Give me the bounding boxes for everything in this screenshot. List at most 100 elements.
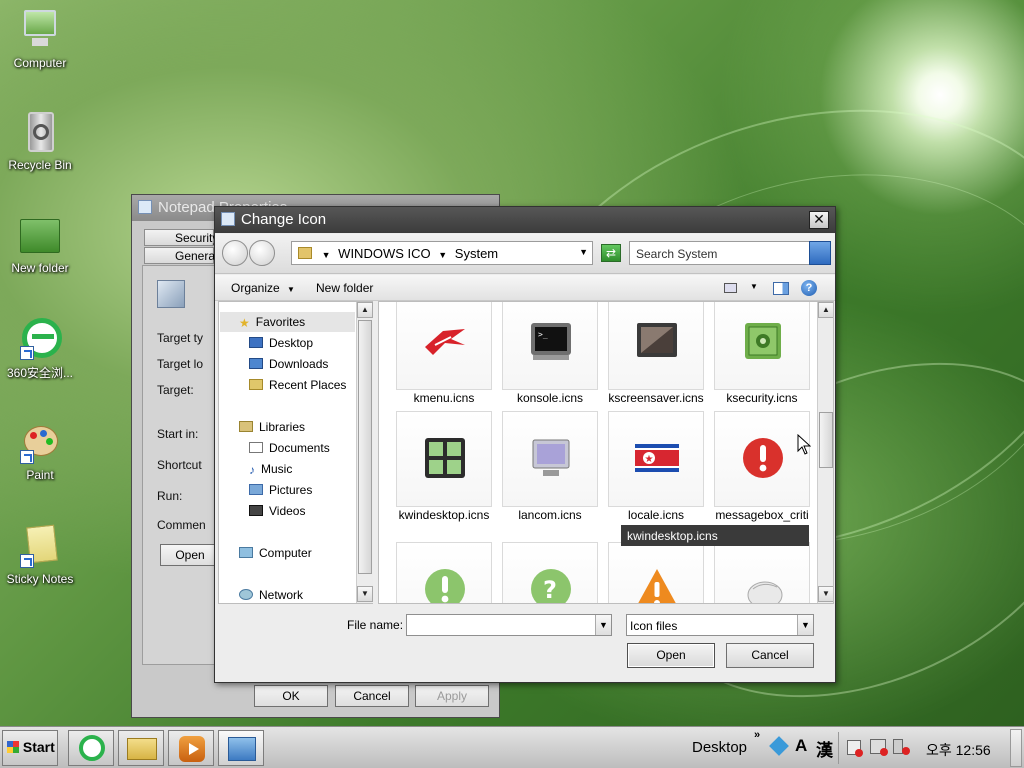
file-list: >_ kmenu.icns konsole.icns kscreensaver.… [378, 301, 834, 604]
open-file-location-button[interactable]: Open [160, 544, 220, 566]
taskbar-explorer[interactable] [118, 730, 164, 766]
help-icon[interactable]: ? [801, 280, 817, 296]
nav-item-music[interactable]: ♪ Music [249, 462, 292, 477]
refresh-icon[interactable]: ⇄ [601, 244, 621, 262]
desktop-icon-new-folder[interactable]: New folder [0, 213, 80, 275]
nav-item-downloads[interactable]: Downloads [249, 357, 328, 371]
file-tile[interactable] [396, 302, 492, 390]
desktop-icon-recycle-bin[interactable]: Recycle Bin [0, 110, 80, 172]
file-tile[interactable] [396, 411, 492, 507]
file-tile[interactable]: >_ [502, 302, 598, 390]
chevron-down-icon: ▼ [321, 250, 331, 260]
scroll-thumb[interactable] [819, 412, 833, 468]
network-tray-icon[interactable] [870, 739, 888, 756]
scroll-down-arrow-icon[interactable]: ▼ [818, 586, 833, 602]
nav-label: Recent Places [269, 378, 347, 392]
label-target-type: Target ty [157, 331, 204, 345]
file-tile[interactable] [396, 542, 492, 603]
taskbar-360-browser[interactable] [68, 730, 114, 766]
volume-muted-icon[interactable] [893, 739, 910, 755]
nav-item-computer[interactable]: Computer [239, 546, 312, 560]
nav-item-network[interactable]: Network [239, 588, 303, 602]
paint-icon [18, 420, 62, 464]
file-tile[interactable] [502, 411, 598, 507]
konsole-icon: >_ [531, 323, 571, 360]
forward-button[interactable] [249, 240, 275, 266]
start-button[interactable]: Start [2, 730, 58, 766]
desktop-icon-paint[interactable]: Paint [0, 420, 80, 482]
back-button[interactable] [222, 240, 248, 266]
content-scrollbar[interactable]: ▲ ▼ [817, 302, 833, 603]
taskbar: Start Desktop » A 漢 오후 12:56 [0, 726, 1024, 768]
file-type-select[interactable]: Icon files ▼ [626, 614, 814, 636]
file-name: konsole.icns [516, 391, 584, 405]
documents-icon [249, 442, 263, 453]
nav-item-pictures[interactable]: Pictures [249, 483, 312, 497]
cancel-button[interactable]: Cancel [726, 643, 814, 668]
cancel-button[interactable]: Cancel [335, 685, 409, 707]
tab-general[interactable]: General [144, 247, 218, 264]
search-input[interactable]: Search System [629, 241, 831, 265]
preview-pane-icon[interactable] [773, 282, 789, 295]
desktop-toolbar-label[interactable]: Desktop [692, 739, 747, 756]
input-mode-hanja[interactable]: 漢 [816, 736, 833, 761]
file-tile[interactable]: ? [502, 542, 598, 604]
chevron-down-icon[interactable]: ▼ [797, 615, 813, 635]
action-center-icon[interactable] [847, 740, 863, 757]
show-desktop-button[interactable] [1010, 729, 1022, 767]
nav-item-documents[interactable]: Documents [249, 441, 330, 455]
file-tile[interactable] [608, 542, 704, 603]
file-tile[interactable] [714, 411, 810, 507]
file-tile[interactable] [608, 302, 704, 390]
360-browser-icon [79, 735, 105, 761]
address-bar[interactable]: ▼ WINDOWS ICO ▼ System ▼ [291, 241, 593, 265]
desktop-icon-computer[interactable]: Computer [0, 8, 80, 70]
scroll-up-arrow-icon[interactable]: ▲ [818, 302, 833, 318]
dialog-app-icon [221, 212, 235, 226]
file-name-input[interactable]: ▼ [406, 614, 612, 636]
taskbar-media-player[interactable] [168, 730, 214, 766]
nav-item-videos[interactable]: Videos [249, 504, 305, 518]
tab-security[interactable]: Security [144, 229, 218, 246]
desktop: { "desktop": { "icons": [ {"label": "Com… [0, 0, 1024, 768]
file-tile[interactable] [714, 302, 810, 390]
desktop-icon-360-browser[interactable]: 360安全浏... [0, 316, 80, 381]
svg-text:>_: >_ [538, 330, 548, 339]
kwindesktop-icon [425, 438, 465, 478]
close-button[interactable]: ✕ [809, 211, 829, 229]
taskbar-control-panel[interactable] [218, 730, 264, 766]
nav-item-libraries[interactable]: Libraries [239, 420, 305, 434]
address-dropdown-icon[interactable]: ▼ [579, 247, 588, 257]
file-name: kwindesktop.icns [398, 508, 490, 522]
question-icon: ? [531, 569, 571, 604]
language-bar-icon[interactable] [769, 736, 789, 756]
ok-button[interactable]: OK [254, 685, 328, 707]
organize-button[interactable]: Organize ▼ [231, 281, 295, 295]
input-mode-a[interactable]: A [795, 736, 807, 756]
file-tile[interactable]: ★ [608, 411, 704, 507]
nav-scrollbar[interactable]: ▲ ▼ [356, 302, 373, 603]
breadcrumb-item[interactable]: System [455, 246, 498, 261]
breadcrumb-item[interactable]: WINDOWS ICO [338, 246, 430, 261]
search-icon[interactable] [809, 241, 831, 265]
file-tile[interactable] [714, 542, 810, 603]
nav-item-desktop[interactable]: Desktop [249, 336, 313, 350]
nav-label: Favorites [255, 315, 306, 329]
dialog-titlebar: Change Icon ✕ [215, 207, 835, 233]
clock[interactable]: 오후 12:56 [926, 740, 991, 760]
apply-button[interactable]: Apply [415, 685, 489, 707]
nav-item-recent-places[interactable]: Recent Places [249, 378, 346, 392]
nav-item-favorites[interactable]: ★ Favorites [239, 315, 306, 330]
desktop-icon-sticky-notes[interactable]: Sticky Notes [0, 524, 80, 586]
view-options-icon[interactable] [724, 283, 737, 293]
new-folder-button[interactable]: New folder [316, 281, 373, 295]
open-button[interactable]: Open [627, 643, 715, 668]
svg-text:?: ? [543, 576, 557, 604]
chevron-down-icon[interactable]: ▼ [595, 615, 611, 635]
chevron-down-icon[interactable]: ▼ [750, 282, 758, 291]
scroll-thumb[interactable] [358, 320, 372, 574]
scroll-down-arrow-icon[interactable]: ▼ [357, 586, 373, 602]
scroll-up-arrow-icon[interactable]: ▲ [357, 302, 373, 318]
chevron-right-icon[interactable]: » [754, 729, 760, 741]
mouse-cursor-icon [797, 434, 811, 455]
